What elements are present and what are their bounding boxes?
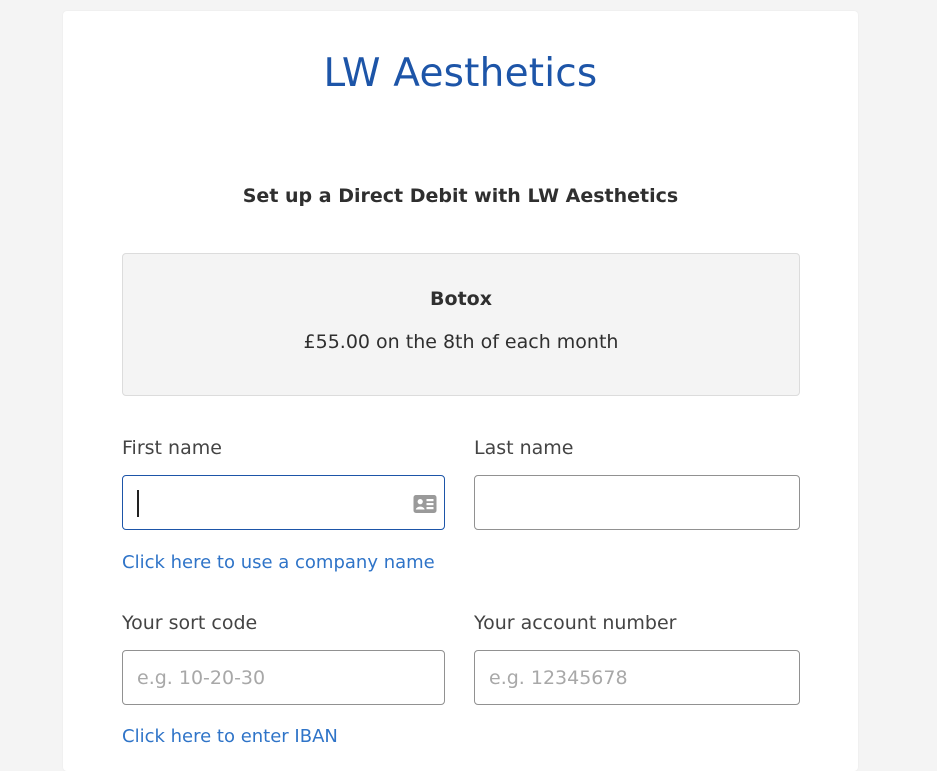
company-name-link[interactable]: Click here to use a company name [122,551,435,575]
first-name-field[interactable] [122,475,445,530]
text-caret [137,490,139,517]
first-name-input[interactable] [123,476,444,529]
last-name-input[interactable] [475,476,799,529]
contact-card-icon[interactable] [413,494,437,514]
setup-title: Set up a Direct Debit with LW Aesthetics [242,185,679,207]
account-number-field[interactable] [474,650,800,705]
account-number-label: Your account number [474,612,677,634]
sort-code-label: Your sort code [122,612,258,634]
iban-link[interactable]: Click here to enter IBAN [122,725,338,749]
first-name-label: First name [122,437,222,459]
last-name-field[interactable] [474,475,800,530]
sort-code-field[interactable] [122,650,445,705]
last-name-label: Last name [474,437,574,459]
plan-amount: £55.00 on the 8th of each month [303,331,619,353]
plan-name: Botox [430,288,492,310]
plan-summary: Botox £55.00 on the 8th of each month [122,253,800,396]
direct-debit-card: LW Aesthetics Set up a Direct Debit with… [63,11,858,771]
account-number-input[interactable] [475,651,799,704]
merchant-name: LW Aesthetics [323,51,598,96]
sort-code-input[interactable] [123,651,444,704]
